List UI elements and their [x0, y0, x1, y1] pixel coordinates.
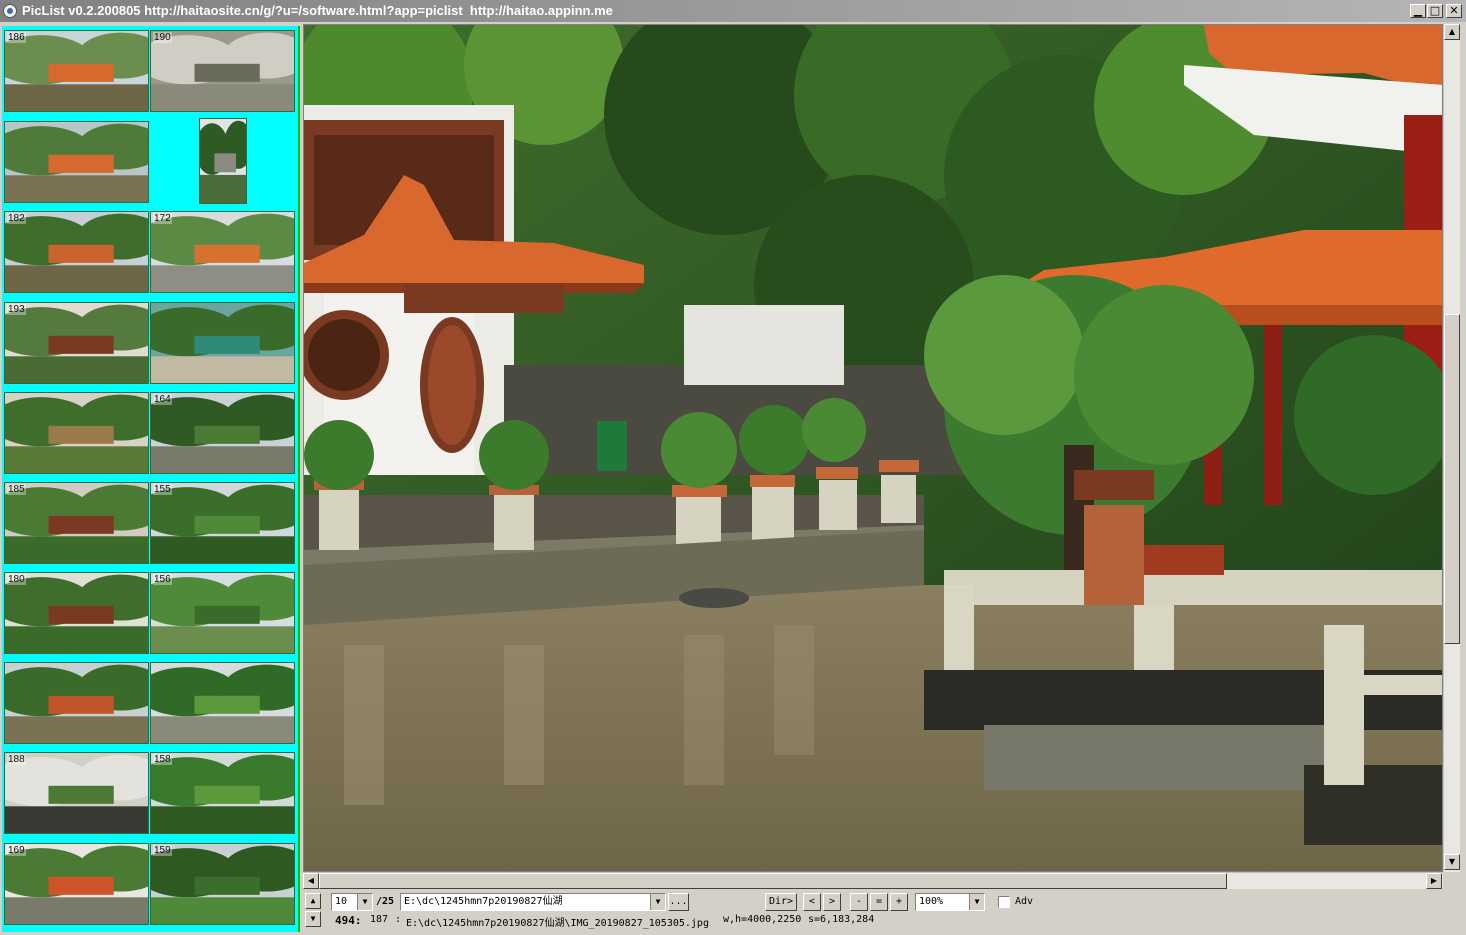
thumbnail-number: 158	[153, 754, 172, 765]
thumbnail-5[interactable]: 182	[4, 211, 149, 293]
thumbnail-12[interactable]: 155	[150, 482, 295, 564]
adv-checkbox[interactable]	[998, 896, 1010, 908]
tree-grove-photo	[151, 844, 294, 924]
thumbnail-16[interactable]	[150, 662, 295, 744]
image-dimensions: w,h=4000,2250	[723, 914, 802, 925]
thumbnail-number: 185	[7, 484, 26, 495]
directory-path: E:\dc\1245hmn7p20190827仙湖	[404, 896, 563, 907]
image-count: 494:	[335, 914, 362, 927]
thumbnail-6[interactable]: 172	[150, 211, 295, 293]
thumbnail-4[interactable]	[199, 118, 247, 204]
browse-button[interactable]: ...	[668, 893, 689, 911]
zoom-fit-button[interactable]: =	[870, 893, 888, 911]
thumbnail-14[interactable]: 156	[150, 572, 295, 654]
lake-trees-photo	[151, 573, 294, 653]
thumbnail-number: 164	[153, 394, 172, 405]
minimize-button[interactable]: ▁	[1410, 4, 1426, 18]
bonsai-shelf-photo	[5, 483, 148, 563]
app-icon[interactable]	[3, 4, 17, 18]
garden-gate-photo	[5, 844, 148, 924]
thumbnail-number: 169	[7, 845, 26, 856]
image-index: 187	[370, 914, 389, 925]
orchard-photo	[151, 483, 294, 563]
thumbnail-10[interactable]: 164	[150, 392, 295, 474]
page-down-icon[interactable]: ▼	[305, 911, 321, 927]
thumbnail-number: 180	[7, 574, 26, 585]
thumbnail-number: 155	[153, 484, 172, 495]
thumbnail-number: 159	[153, 845, 172, 856]
bonsai-rack-photo	[5, 393, 148, 473]
prev-button[interactable]: <	[803, 893, 821, 911]
thumbnail-17[interactable]: 188	[4, 752, 149, 834]
thumbnail-11[interactable]: 185	[4, 482, 149, 564]
window-title: PicList v0.2.200805 http://haitaosite.cn…	[22, 3, 613, 18]
bonsai-stand-photo	[5, 573, 148, 653]
thumbnail-15[interactable]	[4, 662, 149, 744]
zoom-select[interactable]: 100% ▼	[915, 893, 985, 911]
status-separator: :	[395, 914, 402, 925]
scroll-right-icon[interactable]: ▶	[1426, 873, 1442, 889]
page-select[interactable]: 10 ▼	[331, 893, 373, 911]
thumbnail-13[interactable]: 180	[4, 572, 149, 654]
lakeside-photo	[5, 663, 148, 743]
thumbnail-20[interactable]: 159	[150, 843, 295, 925]
close-button[interactable]: ✕	[1446, 4, 1462, 18]
thumbnail-panel[interactable]: 186 190 182 172 193 164 185 155 180 156 188 158 169 1…	[2, 26, 300, 932]
green-path-photo	[151, 663, 294, 743]
thumbnail-number: 188	[7, 754, 26, 765]
bonsai-display-photo	[5, 753, 148, 833]
page-total: /25	[376, 896, 395, 907]
shrubs-photo	[151, 753, 294, 833]
vertical-scroll-thumb[interactable]	[1444, 314, 1460, 644]
thumbnail-7[interactable]: 193	[4, 302, 149, 384]
zoom-out-button[interactable]: -	[850, 893, 868, 911]
bottom-toolbar: ▲ ▼ 10 ▼ /25 E:\dc\1245hmn7p20190827仙湖 ▼…	[303, 890, 1463, 935]
pavilion-street-photo	[151, 212, 294, 292]
next-button[interactable]: >	[823, 893, 841, 911]
zoom-in-button[interactable]: +	[890, 893, 908, 911]
thumbnail-number: 190	[153, 32, 172, 43]
directory-select[interactable]: E:\dc\1245hmn7p20190827仙湖 ▼	[400, 893, 666, 911]
thumbnail-3[interactable]	[4, 121, 149, 203]
pavilion-pond-photo	[5, 31, 148, 111]
thumbnail-number: 186	[7, 32, 26, 43]
vertical-scrollbar[interactable]: ▲ ▼	[1443, 24, 1460, 872]
thumbnail-9[interactable]	[4, 392, 149, 474]
scroll-down-icon[interactable]: ▼	[1444, 854, 1460, 870]
adv-label: Adv	[1015, 896, 1034, 907]
forest-road-photo	[151, 393, 294, 473]
maximize-button[interactable]: □	[1427, 4, 1443, 18]
lake-pavilion-photo	[5, 212, 148, 292]
wall-rock-photo	[151, 31, 294, 111]
scroll-up-icon[interactable]: ▲	[1444, 24, 1460, 40]
scroll-left-icon[interactable]: ◀	[303, 873, 319, 889]
chevron-down-icon[interactable]: ▼	[357, 894, 372, 910]
thumbnail-number: 182	[7, 213, 26, 224]
chevron-down-icon[interactable]: ▼	[969, 894, 984, 910]
dir-button[interactable]: Dir>	[765, 893, 797, 911]
bonsai-photo	[5, 303, 148, 383]
thumbnail-number: 172	[153, 213, 172, 224]
page-select-value: 10	[335, 896, 348, 907]
thumbnail-1[interactable]: 186	[4, 30, 149, 112]
file-path: E:\dc\1245hmn7p20190827仙湖\IMG_20190827_1…	[406, 918, 709, 929]
thumbnail-number: 156	[153, 574, 172, 585]
thumbnail-19[interactable]: 169	[4, 843, 149, 925]
thumbnail-8[interactable]	[150, 302, 295, 384]
page-up-icon[interactable]: ▲	[305, 893, 321, 909]
chevron-down-icon[interactable]: ▼	[650, 894, 665, 910]
image-viewer[interactable]	[303, 24, 1443, 872]
zoom-value: 100%	[919, 896, 944, 907]
pond-pavilion-photo	[5, 122, 148, 202]
thumbnail-number: 193	[7, 304, 26, 315]
thumbnail-18[interactable]: 158	[150, 752, 295, 834]
horizontal-scroll-thumb[interactable]	[319, 873, 1227, 889]
horizontal-scrollbar[interactable]: ◀ ▶	[303, 872, 1443, 889]
file-size: s=6,183,284	[808, 914, 875, 925]
waterfall-photo	[200, 119, 246, 203]
thumbnail-2[interactable]: 190	[150, 30, 295, 112]
title-bar: PicList v0.2.200805 http://haitaosite.cn…	[0, 0, 1466, 22]
chinese-garden-pavilion-photo	[304, 25, 1442, 871]
map-sign-photo	[151, 303, 294, 383]
